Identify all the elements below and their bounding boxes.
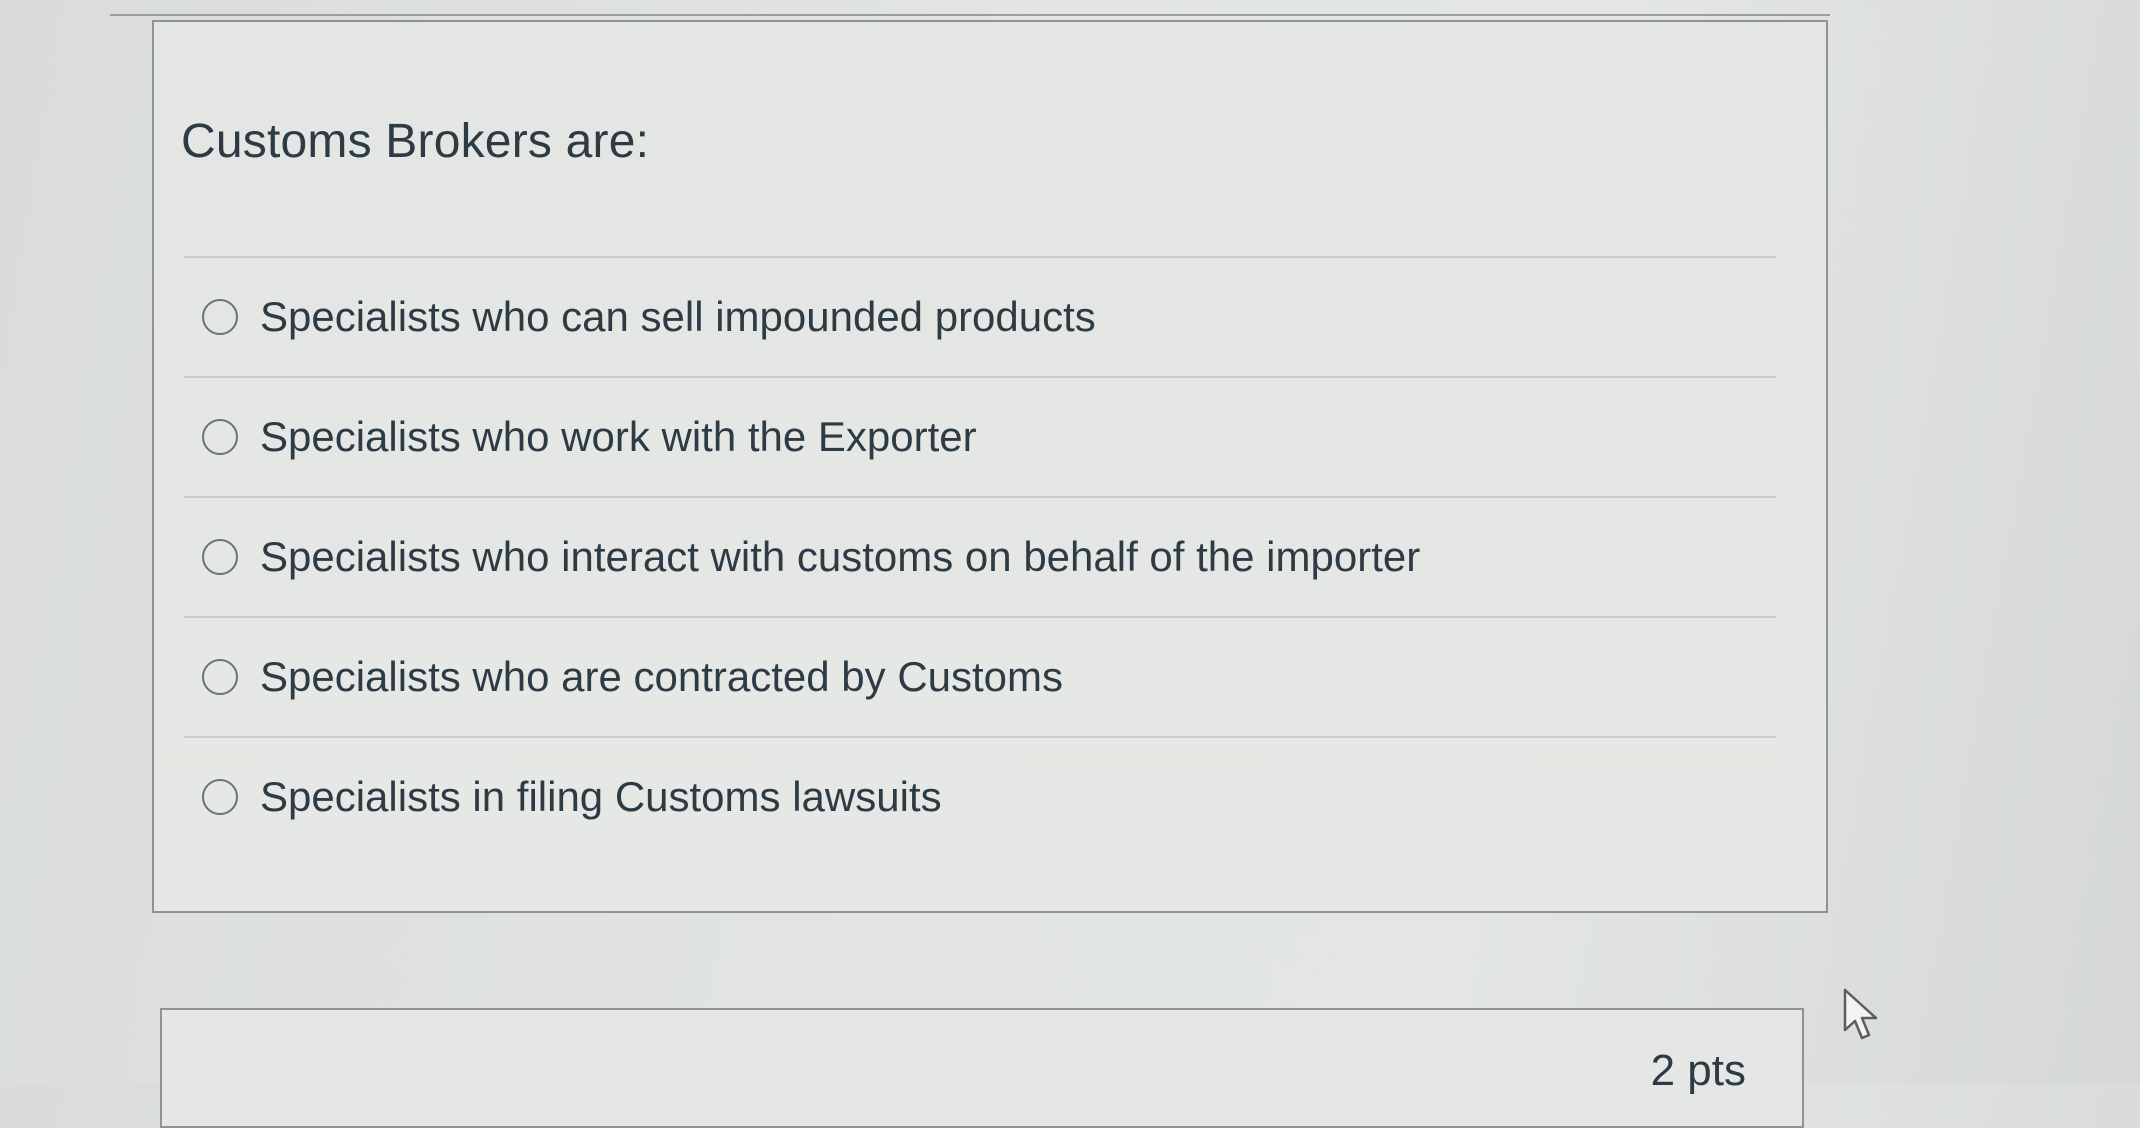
answer-option[interactable]: Specialists who work with the Exporter: [184, 376, 1776, 496]
question-card: Customs Brokers are: Specialists who can…: [152, 20, 1828, 913]
radio-button[interactable]: [202, 659, 238, 695]
answer-label[interactable]: Specialists who work with the Exporter: [260, 413, 977, 461]
answer-label[interactable]: Specialists who can sell impounded produ…: [260, 293, 1096, 341]
previous-card-border: [110, 14, 1830, 16]
question-text: Customs Brokers are:: [181, 115, 650, 168]
answer-label[interactable]: Specialists who are contracted by Custom…: [260, 653, 1063, 701]
answer-option[interactable]: Specialists who interact with customs on…: [184, 496, 1776, 616]
answer-option[interactable]: Specialists in filing Customs lawsuits: [184, 736, 1776, 856]
radio-button[interactable]: [202, 539, 238, 575]
answer-option[interactable]: Specialists who are contracted by Custom…: [184, 616, 1776, 736]
answer-option[interactable]: Specialists who can sell impounded produ…: [184, 256, 1776, 376]
answer-label[interactable]: Specialists in filing Customs lawsuits: [260, 773, 942, 821]
points-label: 2 pts: [1650, 1046, 1746, 1095]
answer-label[interactable]: Specialists who interact with customs on…: [260, 533, 1420, 581]
radio-button[interactable]: [202, 779, 238, 815]
answer-list: Specialists who can sell impounded produ…: [184, 256, 1776, 856]
next-question-card: 2 pts: [160, 1008, 1804, 1128]
radio-button[interactable]: [202, 299, 238, 335]
radio-button[interactable]: [202, 419, 238, 455]
mouse-pointer-icon: [1843, 988, 1878, 1040]
